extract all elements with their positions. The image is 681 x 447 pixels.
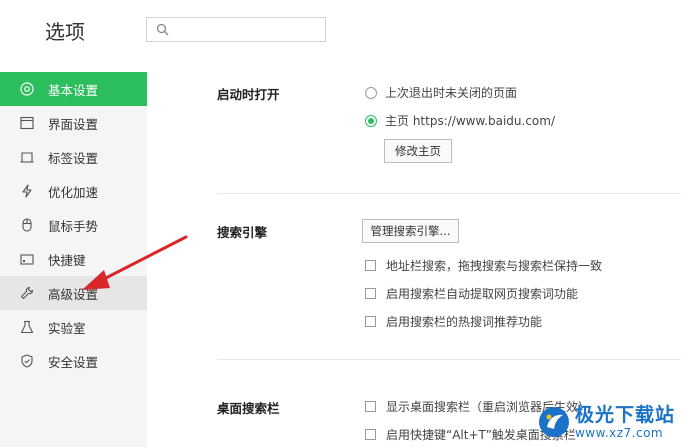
search-option-label: 启用搜索栏自动提取网页搜索词功能 <box>386 287 579 301</box>
search-option-1[interactable]: 地址栏搜索，拖拽搜索与搜索栏保持一致 <box>365 257 602 274</box>
sidebar-item-label: 标签设置 <box>48 150 99 166</box>
search-option-3[interactable]: 启用搜索栏的热搜词推荐功能 <box>365 313 542 330</box>
flask-icon <box>18 319 35 336</box>
change-home-button[interactable]: 修改主页 <box>384 139 452 163</box>
section-divider <box>217 193 681 194</box>
search-option-2[interactable]: 启用搜索栏自动提取网页搜索词功能 <box>365 285 578 302</box>
watermark-title: 极光下载站 <box>574 403 675 426</box>
sidebar: 基本设置 界面设置 标签设置 优化加速 鼠标手势 快捷键 高级设置 实验室 安全… <box>0 72 147 447</box>
sidebar-item-label: 高级设置 <box>48 286 99 302</box>
sidebar-item-lab[interactable]: 实验室 <box>0 310 147 344</box>
watermark: 极光下载站 www.xz7.com <box>537 405 675 439</box>
keyboard-icon <box>18 251 35 268</box>
sidebar-item-optimize-speed[interactable]: 优化加速 <box>0 174 147 208</box>
search-box[interactable] <box>146 17 326 42</box>
radio-restore[interactable] <box>365 86 377 99</box>
page-title: 选项 <box>45 20 85 44</box>
sidebar-item-label: 鼠标手势 <box>48 218 99 234</box>
watermark-logo-icon <box>538 407 569 437</box>
tab-icon <box>18 149 35 166</box>
sidebar-item-label: 界面设置 <box>48 116 99 132</box>
startup-option-restore[interactable]: 上次退出时未关闭的页面 <box>365 84 517 101</box>
startup-option-home-label: 主页 https://www.baidu.com/ <box>385 114 555 128</box>
sidebar-item-tab-settings[interactable]: 标签设置 <box>0 140 147 174</box>
sidebar-item-label: 安全设置 <box>48 354 99 370</box>
checkbox[interactable] <box>365 288 376 299</box>
watermark-url: www.xz7.com <box>574 425 664 440</box>
wrench-icon <box>18 285 35 302</box>
search-input[interactable] <box>175 20 321 39</box>
target-icon <box>18 81 35 98</box>
startup-section-title: 启动时打开 <box>217 87 280 102</box>
sidebar-item-shortcuts[interactable]: 快捷键 <box>0 242 147 276</box>
startup-option-restore-label: 上次退出时未关闭的页面 <box>385 86 518 100</box>
radio-home[interactable] <box>365 114 377 127</box>
search-option-label: 地址栏搜索，拖拽搜索与搜索栏保持一致 <box>386 259 603 273</box>
sidebar-item-basic-settings[interactable]: 基本设置 <box>0 72 147 106</box>
sidebar-item-label: 实验室 <box>48 320 86 336</box>
sidebar-item-security-settings[interactable]: 安全设置 <box>0 344 147 378</box>
window-icon <box>18 115 35 132</box>
sidebar-item-interface-settings[interactable]: 界面设置 <box>0 106 147 140</box>
checkbox[interactable] <box>365 260 376 271</box>
search-engine-section-title: 搜索引擎 <box>217 225 268 240</box>
checkbox[interactable] <box>365 316 376 327</box>
checkbox[interactable] <box>365 429 376 440</box>
manage-search-engines-button[interactable]: 管理搜索引擎... <box>362 219 459 243</box>
shield-icon <box>18 353 35 370</box>
checkbox[interactable] <box>365 401 376 412</box>
search-icon <box>156 23 169 36</box>
mouse-icon <box>18 217 35 234</box>
sidebar-item-label: 基本设置 <box>48 82 99 98</box>
sidebar-item-mouse-gestures[interactable]: 鼠标手势 <box>0 208 147 242</box>
sidebar-item-label: 优化加速 <box>48 184 99 200</box>
sidebar-item-advanced-settings[interactable]: 高级设置 <box>0 276 147 310</box>
sidebar-item-label: 快捷键 <box>48 252 86 268</box>
desktop-search-section-title: 桌面搜索栏 <box>217 401 280 416</box>
search-option-label: 启用搜索栏的热搜词推荐功能 <box>386 315 543 329</box>
startup-option-home[interactable]: 主页 https://www.baidu.com/ <box>365 112 555 129</box>
section-divider <box>217 359 681 360</box>
lightning-icon <box>18 183 35 200</box>
